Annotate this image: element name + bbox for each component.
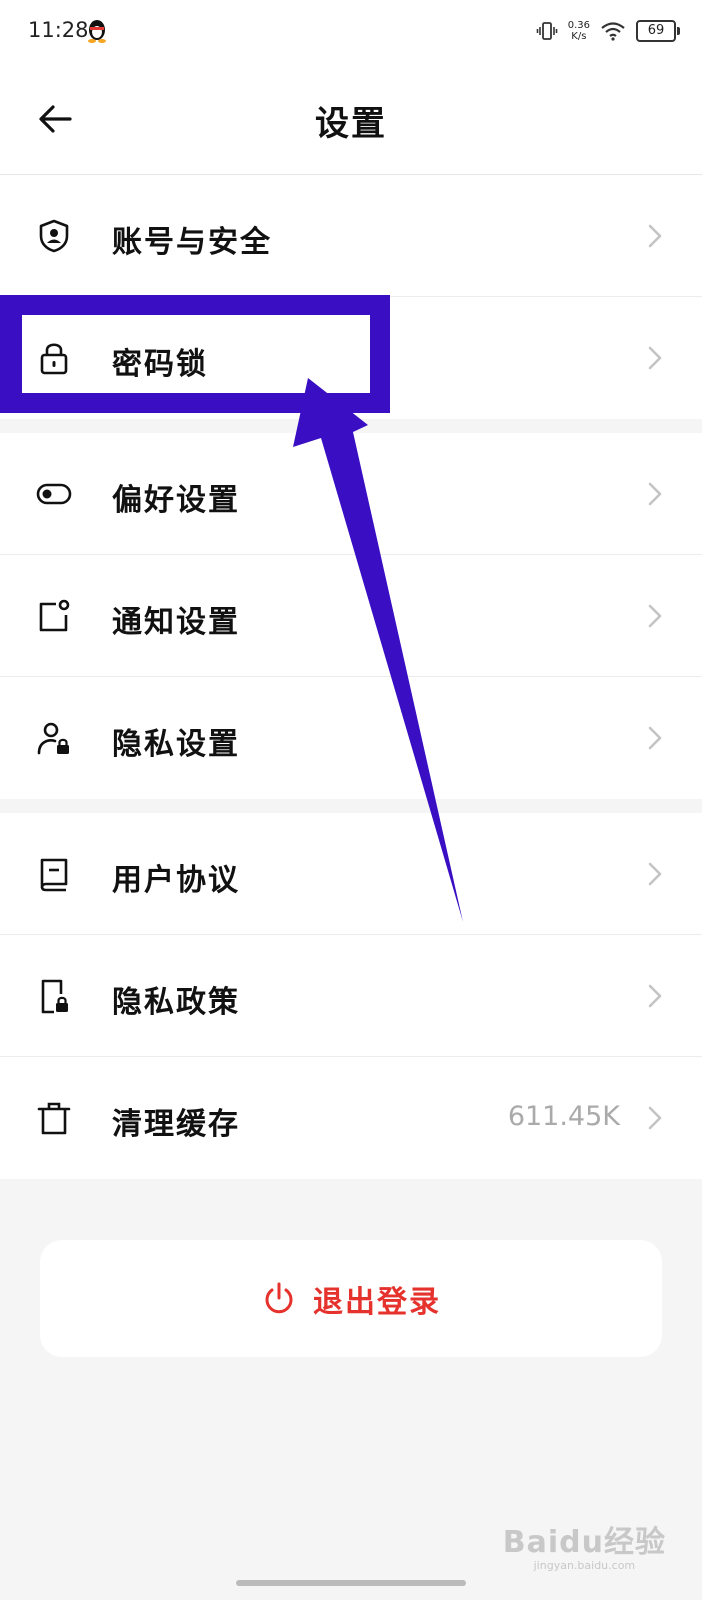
chevron-right-icon: [648, 726, 662, 750]
settings-item-label: 偏好设置: [112, 483, 240, 518]
settings-item-label: 密码锁: [112, 347, 208, 382]
settings-item-label: 清理缓存: [112, 1107, 240, 1142]
settings-group-preferences: 偏好设置 通知设置 隐私设置: [0, 433, 702, 799]
toggle-icon: [36, 483, 72, 505]
chevron-right-icon: [648, 604, 662, 628]
battery-indicator: 69: [636, 20, 680, 42]
settings-item-label: 账号与安全: [112, 225, 272, 260]
status-indicators: 0.36 K/s 69: [536, 16, 680, 46]
network-speed: 0.36 K/s: [568, 20, 590, 42]
network-speed-unit: K/s: [571, 31, 587, 42]
logout-label: 退出登录: [313, 1284, 441, 1320]
network-speed-value: 0.36: [567, 20, 590, 31]
settings-item-password-lock[interactable]: 密码锁: [0, 297, 702, 419]
settings-item-account-security[interactable]: 账号与安全: [0, 175, 702, 297]
notification-icon: [39, 599, 70, 632]
status-bar: 11:28 0.36 K/s 69: [0, 0, 702, 64]
logout-button[interactable]: 退出登录: [40, 1240, 662, 1357]
privacy-user-icon: [37, 722, 69, 755]
chevron-right-icon: [648, 224, 662, 248]
top-app-bar: 设置: [0, 64, 702, 175]
cache-size-value: 611.45K: [507, 1101, 620, 1132]
settings-group-account: 账号与安全 密码锁: [0, 175, 702, 419]
status-time: 11:28: [28, 18, 89, 42]
privacy-doc-icon: [41, 979, 68, 1014]
lock-icon: [40, 343, 68, 375]
settings-item-label: 通知设置: [112, 605, 240, 640]
settings-item-notifications[interactable]: 通知设置: [0, 555, 702, 677]
chevron-right-icon: [648, 862, 662, 886]
home-indicator[interactable]: [236, 1580, 466, 1586]
settings-item-privacy-policy[interactable]: 隐私政策: [0, 935, 702, 1057]
settings-item-label: 隐私设置: [112, 727, 240, 762]
wifi-icon: [601, 22, 625, 41]
watermark-logo: Baidu经验: [502, 1525, 666, 1560]
page-title: 设置: [315, 104, 387, 144]
book-icon: [40, 858, 68, 892]
settings-group-legal: 用户协议 隐私政策 清理缓存 611.45K: [0, 813, 702, 1179]
settings-item-clear-cache[interactable]: 清理缓存 611.45K: [0, 1057, 702, 1179]
settings-item-label: 用户协议: [112, 863, 240, 898]
shield-user-icon: [39, 219, 69, 253]
baidu-watermark: Baidu经验 jingyan.baidu.com: [503, 1517, 666, 1572]
qq-penguin-icon: [88, 20, 106, 43]
settings-item-privacy-settings[interactable]: 隐私设置: [0, 677, 702, 799]
trash-icon: [37, 1102, 71, 1135]
settings-item-preferences[interactable]: 偏好设置: [0, 433, 702, 555]
power-icon: [265, 1282, 293, 1313]
chevron-right-icon: [648, 1106, 662, 1130]
vibrate-icon: [536, 22, 558, 40]
settings-item-user-agreement[interactable]: 用户协议: [0, 813, 702, 935]
chevron-right-icon: [648, 482, 662, 506]
settings-item-label: 隐私政策: [112, 985, 240, 1020]
chevron-right-icon: [648, 984, 662, 1008]
chevron-right-icon: [648, 346, 662, 370]
